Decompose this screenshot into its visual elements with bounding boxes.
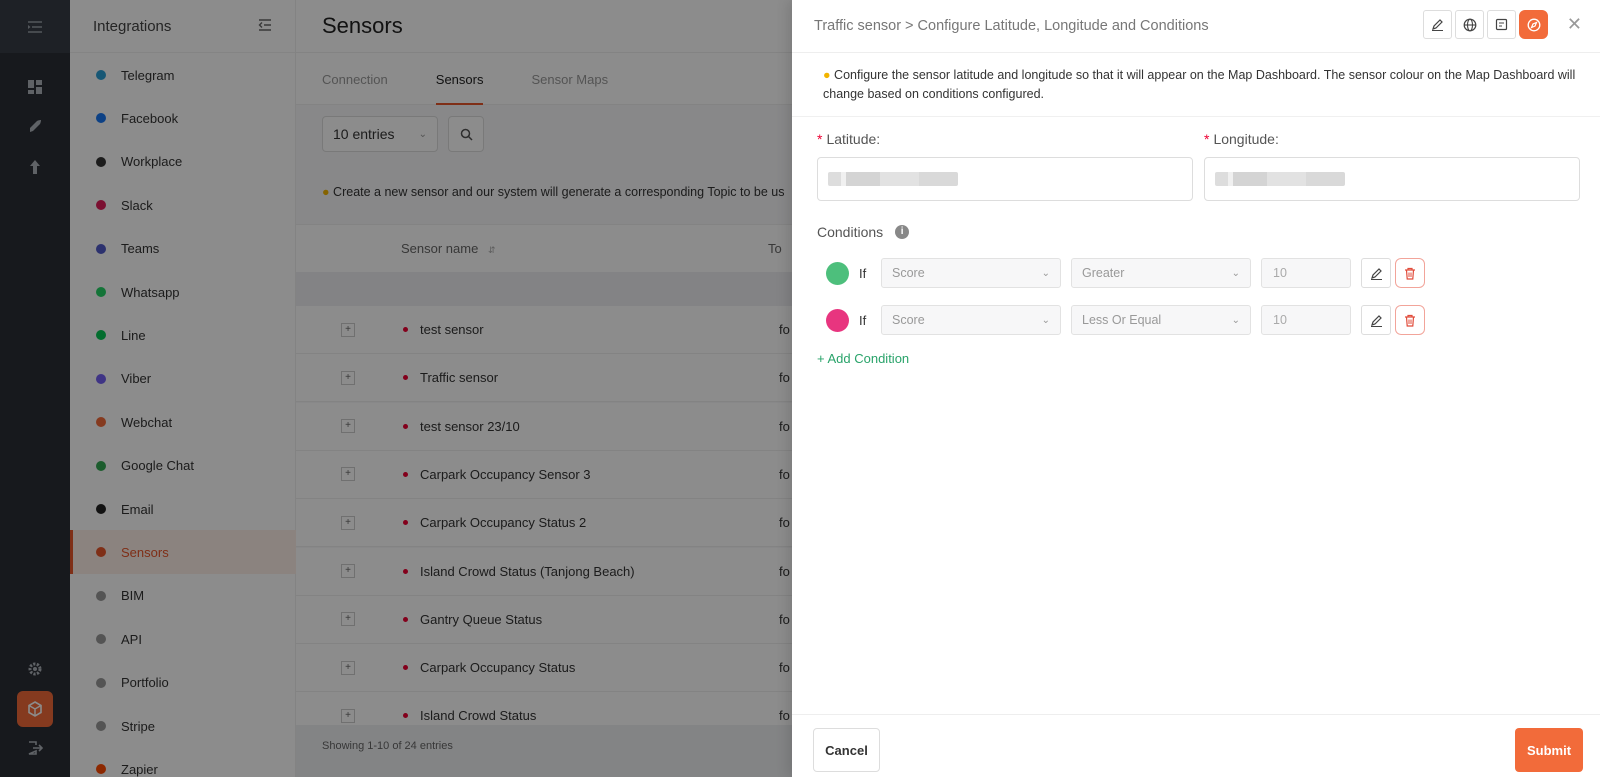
info-icon[interactable]: i [895,225,910,239]
lightbulb-icon: ● [823,68,831,82]
checklist-tool-button[interactable] [1487,10,1516,39]
condition-row: If Score ⌄ Less Or Equal ⌄ 10 [826,305,1429,335]
condition-field-select[interactable]: Score ⌄ [881,258,1061,288]
chevron-down-icon: ⌄ [1041,267,1050,279]
redacted-value [828,172,958,186]
close-icon[interactable]: ✕ [1567,15,1582,33]
longitude-label: * Longitude: [1204,131,1279,147]
condition-operator-value: Less Or Equal [1082,313,1162,327]
drawer-header: Traffic sensor > Configure Latitude, Lon… [792,0,1600,53]
chevron-down-icon: ⌄ [1231,314,1240,326]
configure-drawer: Traffic sensor > Configure Latitude, Lon… [792,0,1600,777]
compass-tool-button[interactable] [1519,10,1548,39]
drawer-instructions: ● Configure the sensor latitude and long… [792,53,1600,117]
add-condition-link[interactable]: + Add Condition [817,351,909,366]
chevron-down-icon: ⌄ [1231,267,1240,279]
trash-icon [1405,267,1415,280]
instructions-text: Configure the sensor latitude and longit… [823,68,1576,101]
chevron-down-icon: ⌄ [1041,314,1050,326]
condition-field-select[interactable]: Score ⌄ [881,305,1061,335]
conditions-heading: Conditions i [817,224,910,240]
latitude-label-text: Latitude [826,131,877,147]
redacted-value [1215,172,1345,186]
cancel-button[interactable]: Cancel [813,728,880,772]
required-marker: * [817,131,823,147]
globe-tool-button[interactable] [1455,10,1484,39]
condition-operator-select[interactable]: Greater ⌄ [1071,258,1251,288]
latitude-input[interactable] [817,157,1193,201]
longitude-label-text: Longitude [1213,131,1275,147]
condition-field-value: Score [892,266,925,280]
drawer-toolbar [1423,10,1548,39]
app-root: Integrations Telegram Facebook Workplace Sl… [0,0,1600,777]
globe-icon [1463,18,1476,31]
pencil-icon [1370,267,1382,280]
required-marker: * [1204,131,1210,147]
condition-operator-value: Greater [1082,266,1125,280]
condition-color-swatch[interactable] [826,308,849,332]
latitude-label: * Latitude: [817,131,881,147]
trash-icon [1405,314,1415,327]
condition-operator-select[interactable]: Less Or Equal ⌄ [1071,305,1251,335]
condition-value-input[interactable]: 10 [1261,305,1351,335]
drawer-footer: Cancel Submit [792,714,1600,777]
pencil-icon [1370,314,1382,327]
drawer-title: Traffic sensor > Configure Latitude, Lon… [814,18,1209,34]
condition-color-swatch[interactable] [826,261,849,285]
if-label: If [859,312,867,328]
modal-overlay[interactable] [0,0,796,777]
condition-field-value: Score [892,313,925,327]
delete-condition-button[interactable] [1395,258,1425,288]
if-label: If [859,265,867,281]
longitude-input[interactable] [1204,157,1580,201]
condition-value-input[interactable]: 10 [1261,258,1351,288]
delete-condition-button[interactable] [1395,305,1425,335]
checklist-icon [1495,18,1508,31]
edit-tool-button[interactable] [1423,10,1452,39]
edit-condition-button[interactable] [1361,258,1391,288]
conditions-label: Conditions [817,224,884,240]
compass-icon [1527,18,1540,31]
pencil-icon [1432,19,1443,31]
edit-condition-button[interactable] [1361,305,1391,335]
condition-row: If Score ⌄ Greater ⌄ 10 [826,258,1429,288]
submit-button[interactable]: Submit [1515,728,1583,772]
